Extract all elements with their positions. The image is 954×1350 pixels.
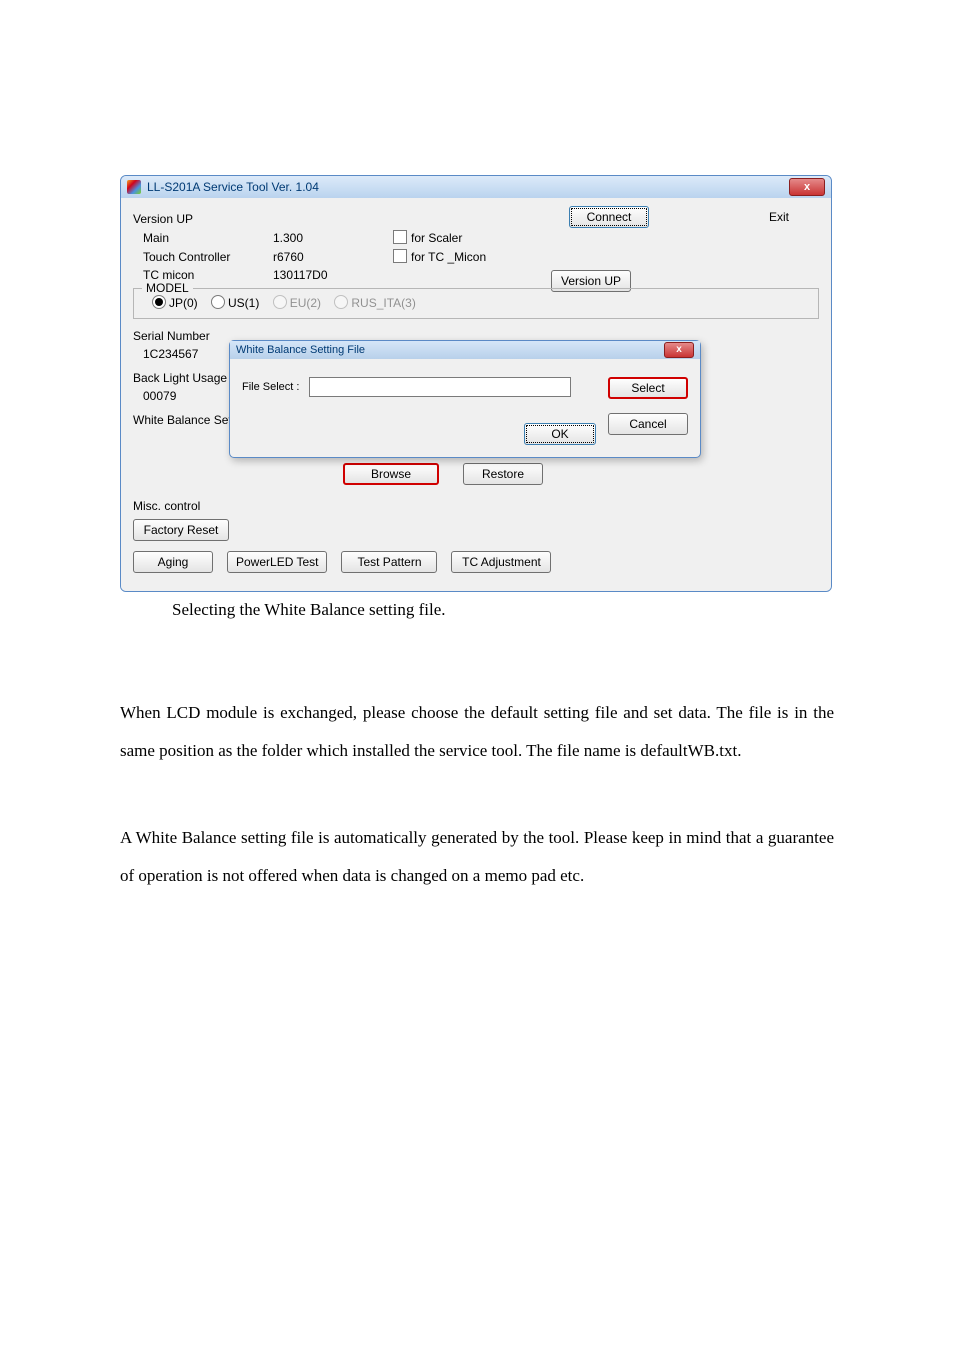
dialog-close-icon[interactable]: x xyxy=(664,342,694,358)
dialog-select-button[interactable]: Select xyxy=(608,377,688,399)
app-icon xyxy=(127,180,141,194)
blu-value: 00079 xyxy=(133,389,176,403)
dialog-ok-button[interactable]: OK xyxy=(524,423,596,445)
value-touch: r6760 xyxy=(273,250,353,264)
browse-button[interactable]: Browse xyxy=(343,463,439,485)
dialog-titlebar: White Balance Setting File x xyxy=(230,341,700,359)
radio-us-label: US(1) xyxy=(228,296,259,310)
figure-caption: Selecting the White Balance setting file… xyxy=(172,600,834,620)
value-main: 1.300 xyxy=(273,231,353,245)
dialog-title: White Balance Setting File xyxy=(236,344,365,356)
connect-button[interactable]: Connect xyxy=(569,206,649,228)
serial-label: Serial Number xyxy=(133,329,210,343)
testpattern-button[interactable]: Test Pattern xyxy=(341,551,437,573)
label-touch: Touch Controller xyxy=(133,250,273,264)
radio-us[interactable] xyxy=(211,295,225,309)
label-tcmicon: TC micon xyxy=(133,268,273,282)
section-version-up: Version UP xyxy=(133,212,263,226)
label-for-tcmicon: for TC _Micon xyxy=(411,250,486,264)
factory-reset-button[interactable]: Factory Reset xyxy=(133,519,229,541)
powerled-button[interactable]: PowerLED Test xyxy=(227,551,327,573)
model-groupbox: MODEL JP(0) US(1) EU(2) RUS_ITA(3) xyxy=(133,288,819,319)
file-select-input[interactable] xyxy=(309,377,571,397)
model-legend: MODEL xyxy=(142,281,193,295)
radio-eu-label: EU(2) xyxy=(290,296,321,310)
aging-button[interactable]: Aging xyxy=(133,551,213,573)
window-client: Connect Exit Version UP Main 1.300 for S… xyxy=(121,198,831,591)
wb-file-dialog: White Balance Setting File x File Select… xyxy=(229,340,701,458)
exit-button[interactable]: Exit xyxy=(739,206,819,228)
checkbox-for-scaler[interactable] xyxy=(393,230,407,244)
body-paragraph-1: When LCD module is exchanged, please cho… xyxy=(120,694,834,771)
window-title: LL-S201A Service Tool Ver. 1.04 xyxy=(147,180,319,194)
serial-value: 1C234567 xyxy=(133,347,198,361)
label-for-scaler: for Scaler xyxy=(411,231,462,245)
radio-eu[interactable] xyxy=(273,295,287,309)
radio-jp-label: JP(0) xyxy=(169,296,198,310)
label-main: Main xyxy=(133,231,273,245)
restore-button[interactable]: Restore xyxy=(463,463,543,485)
radio-rus[interactable] xyxy=(334,295,348,309)
close-icon[interactable]: x xyxy=(789,178,825,196)
body-paragraph-2: A White Balance setting file is automati… xyxy=(120,819,834,896)
misc-label: Misc. control xyxy=(133,499,200,513)
radio-jp[interactable] xyxy=(152,295,166,309)
radio-rus-label: RUS_ITA(3) xyxy=(351,296,415,310)
service-tool-window: LL-S201A Service Tool Ver. 1.04 x Connec… xyxy=(120,175,832,592)
tc-adjustment-button[interactable]: TC Adjustment xyxy=(451,551,551,573)
dialog-cancel-button[interactable]: Cancel xyxy=(608,413,688,435)
checkbox-for-tcmicon[interactable] xyxy=(393,249,407,263)
value-tcmicon: 130117D0 xyxy=(273,268,353,282)
window-titlebar: LL-S201A Service Tool Ver. 1.04 x xyxy=(121,176,831,198)
file-select-label: File Select : xyxy=(242,381,299,393)
